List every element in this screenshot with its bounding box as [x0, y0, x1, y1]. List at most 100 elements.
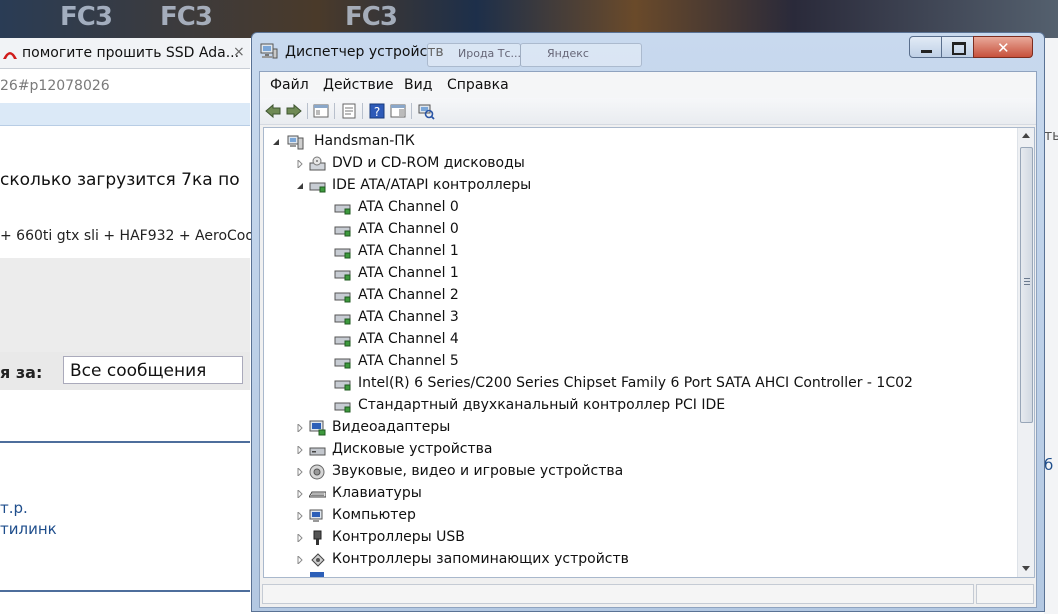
tree-item[interactable]: Звуковые, видео и игровые устройства — [296, 461, 796, 483]
disk-drive-icon — [309, 447, 326, 456]
forum-link[interactable]: т.р. — [0, 499, 28, 517]
maximize-icon — [952, 42, 966, 55]
tree-item[interactable]: Компьютер — [296, 505, 696, 527]
window-title: Диспетчер устройств — [285, 44, 444, 60]
window-title-bar[interactable]: Диспетчер устройств Ирода Тс... Яндекс ✕ — [252, 33, 1044, 67]
forum-link[interactable]: тилинк — [0, 520, 57, 538]
menu-help[interactable]: Справка — [447, 77, 509, 93]
address-bar-url: 26#p12078026 — [0, 78, 110, 94]
tree-item[interactable]: ATA Channel 4 — [334, 329, 934, 351]
post-text: сколько загрузится 7ка по — [0, 170, 240, 190]
tree-item-label: ATA Channel 2 — [358, 287, 459, 303]
dvd-drive-icon — [309, 156, 326, 171]
background-tab-title: Ирода Тс... — [458, 47, 521, 60]
browser-right-edge — [1044, 38, 1058, 614]
tree-item[interactable]: Видеоадаптеры — [296, 417, 696, 439]
maximize-button[interactable] — [941, 36, 974, 58]
ide-channel-icon — [334, 226, 351, 237]
tree-item[interactable]: ATA Channel 5 — [334, 351, 934, 373]
expand-arrow-icon[interactable] — [296, 512, 304, 520]
tree-item[interactable]: IDE ATA/ATAPI контроллеры — [296, 175, 696, 197]
tree-item[interactable]: DVD и CD-ROM дисководы — [296, 153, 696, 175]
tree-item-label: Видеоадаптеры — [332, 419, 451, 435]
tree-item[interactable]: ATA Channel 0 — [334, 219, 934, 241]
scroll-down-arrow-icon[interactable] — [1022, 566, 1030, 571]
tree-item-label: ATA Channel 4 — [358, 331, 459, 347]
tree-item-label: ATA Channel 0 — [358, 199, 459, 215]
tree-item[interactable]: Клавиатуры — [296, 483, 696, 505]
tree-root-node[interactable]: Handsman-ПК — [272, 131, 472, 153]
device-manager-window: Диспетчер устройств Ирода Тс... Яндекс ✕… — [251, 32, 1045, 612]
expand-arrow-icon[interactable] — [296, 160, 304, 168]
computer-icon — [309, 509, 323, 522]
properties-icon[interactable] — [340, 102, 358, 120]
post-signature: + 660ti gtx sli + HAF932 + AeroCoo — [0, 228, 254, 244]
menu-view[interactable]: Вид — [404, 77, 432, 93]
browser-tab[interactable]: помогите прошить SSD Ada... × — [0, 38, 250, 69]
show-hide-console-tree-icon[interactable] — [312, 102, 330, 120]
scroll-up-arrow-icon[interactable] — [1022, 133, 1030, 138]
tree-item[interactable]: Стандартный двухканальный контроллер PCI… — [334, 395, 934, 417]
tree-item[interactable]: ATA Channel 0 — [334, 197, 934, 219]
minimize-icon — [921, 50, 932, 53]
tree-item-label: Дисковые устройства — [332, 441, 493, 457]
partial-tree-icon — [310, 572, 324, 577]
divider — [0, 590, 250, 592]
expand-arrow-icon[interactable] — [296, 424, 304, 432]
collapse-arrow-icon[interactable] — [296, 182, 304, 190]
window-client-area: Файл Действие Вид Справка ? Handsman-ПК — [259, 71, 1037, 608]
tree-item[interactable]: ATA Channel 2 — [334, 285, 934, 307]
expand-arrow-icon[interactable] — [296, 534, 304, 542]
tree-item-label: Контроллеры запоминающих устройств — [332, 551, 629, 567]
messages-filter-select[interactable]: Все сообщения — [63, 356, 243, 384]
toolbar: ? — [260, 98, 1036, 125]
status-bar — [260, 581, 1036, 607]
tree-item-label: ATA Channel 1 — [358, 265, 459, 281]
collapse-arrow-icon[interactable] — [272, 138, 280, 146]
status-cell — [262, 584, 974, 604]
toolbar-separator — [307, 103, 308, 119]
action-pane-icon[interactable] — [389, 102, 407, 120]
expand-arrow-icon[interactable] — [296, 556, 304, 564]
ide-channel-icon — [334, 292, 351, 303]
menu-action[interactable]: Действие — [323, 77, 393, 93]
scan-hardware-changes-icon[interactable] — [417, 102, 435, 120]
tree-item[interactable]: Контроллеры USB — [296, 527, 696, 549]
ide-channel-icon — [334, 248, 351, 259]
minimize-button[interactable] — [909, 36, 942, 58]
tree-item[interactable]: Intel(R) 6 Series/C200 Series Chipset Fa… — [334, 373, 994, 395]
tab-close-icon[interactable]: × — [233, 44, 245, 60]
menu-file[interactable]: Файл — [270, 77, 309, 93]
caption-buttons: ✕ — [909, 36, 1033, 58]
tree-item[interactable]: ATA Channel 3 — [334, 307, 934, 329]
tree-item-label: Стандартный двухканальный контроллер PCI… — [358, 397, 726, 413]
ide-channel-icon — [334, 204, 351, 215]
toolbar-separator — [334, 103, 335, 119]
ide-channel-icon — [334, 336, 351, 347]
tree-item[interactable]: Контроллеры запоминающих устройств — [296, 549, 796, 571]
browser-right-link[interactable]: б — [1044, 456, 1053, 474]
keyboard-icon — [309, 491, 326, 498]
browser-tab-title: помогите прошить SSD Ada... — [22, 45, 240, 61]
device-tree: Handsman-ПК DVD и CD-ROM дисководы IDE A… — [263, 127, 1035, 578]
tree-item[interactable]: Дисковые устройства — [296, 439, 696, 461]
scrollbar-thumb[interactable] — [1020, 147, 1033, 423]
tree-item-label: ATA Channel 5 — [358, 353, 459, 369]
usb-controller-icon — [313, 530, 322, 545]
help-icon[interactable]: ? — [368, 102, 386, 120]
tree-item[interactable]: ATA Channel 1 — [334, 241, 934, 263]
forum-header-strip — [0, 103, 250, 126]
forward-arrow-icon[interactable] — [285, 102, 303, 120]
tree-vertical-scrollbar[interactable] — [1017, 128, 1034, 577]
expand-arrow-icon[interactable] — [296, 468, 304, 476]
tree-item[interactable]: ATA Channel 1 — [334, 263, 934, 285]
expand-arrow-icon[interactable] — [296, 490, 304, 498]
close-button[interactable]: ✕ — [973, 36, 1033, 58]
expand-arrow-icon[interactable] — [296, 446, 304, 454]
close-icon: ✕ — [997, 39, 1010, 57]
tree-item-label: IDE ATA/ATAPI контроллеры — [332, 177, 532, 193]
computer-icon — [287, 135, 304, 150]
back-arrow-icon[interactable] — [264, 102, 282, 120]
address-bar[interactable]: 26#p12078026 — [0, 69, 250, 104]
background-tab: Ирода Тс... — [427, 43, 521, 67]
